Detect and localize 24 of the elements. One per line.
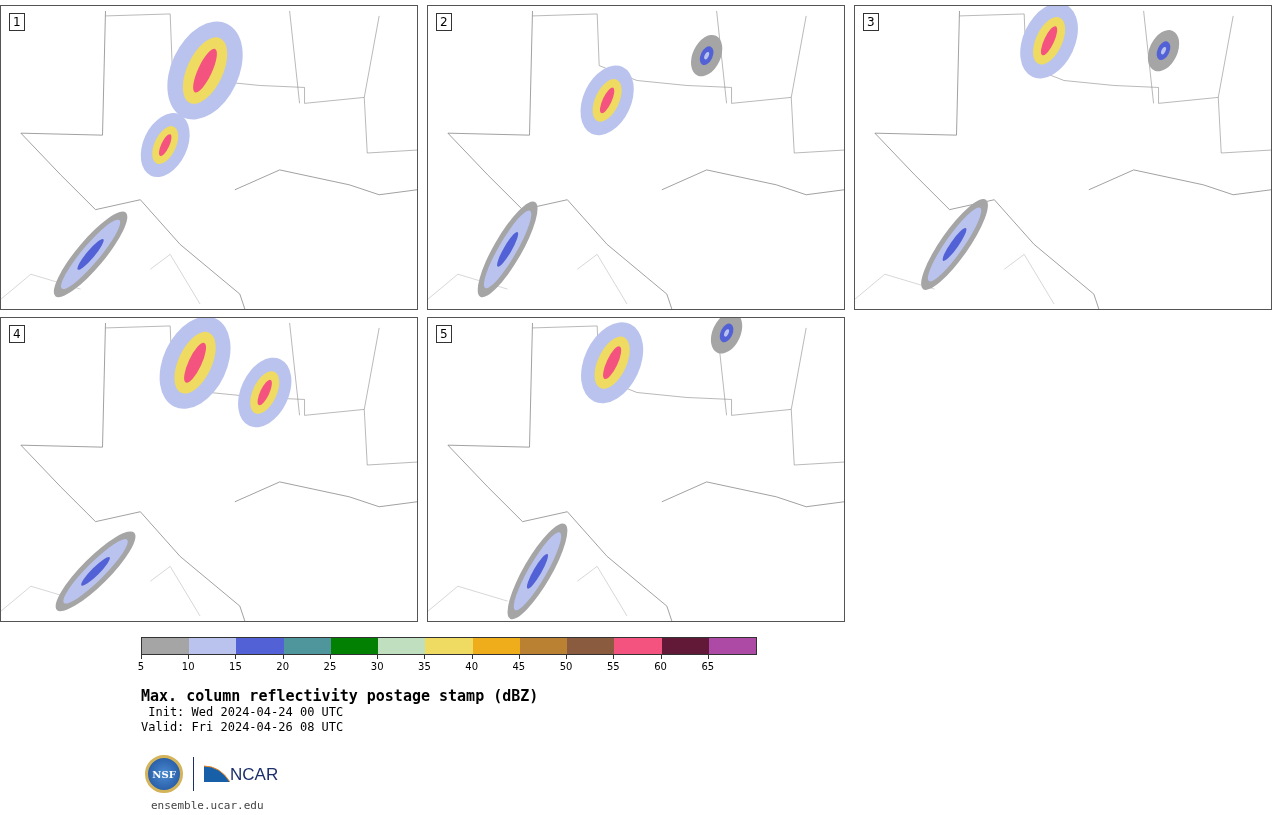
tick-label: 10 (180, 661, 196, 672)
panel-number: 1 (9, 13, 25, 31)
tick-label: 25 (322, 661, 338, 672)
init-time: Init: Wed 2024-04-24 00 UTC (147, 705, 345, 720)
nsf-logo: NSF (145, 755, 183, 793)
chart-title: Max. column reflectivity postage stamp (dBZ) (141, 687, 540, 705)
tick-label: 40 (464, 661, 479, 672)
website-text: ensemble.ucar.edu (151, 799, 265, 812)
tick-label: 15 (228, 661, 243, 672)
valid-time: Valid: Fri 2024-04-26 08 UTC (141, 720, 345, 735)
panel-number: 2 (436, 13, 452, 31)
tick-label: 20 (275, 661, 291, 672)
tick-label: 60 (653, 661, 668, 672)
tick-label: 50 (558, 661, 574, 672)
tick-label: 5 (136, 661, 146, 672)
tick-label: 65 (700, 661, 716, 672)
tick-label: 55 (605, 661, 621, 672)
panel-number: 3 (863, 13, 879, 31)
tick-label: 30 (369, 661, 385, 672)
tick-label: 35 (417, 661, 432, 672)
ncar-logo: NCAR (204, 764, 279, 784)
tick-label: 45 (511, 661, 527, 672)
panel-number: 5 (436, 325, 452, 343)
panel-number: 4 (9, 325, 25, 343)
